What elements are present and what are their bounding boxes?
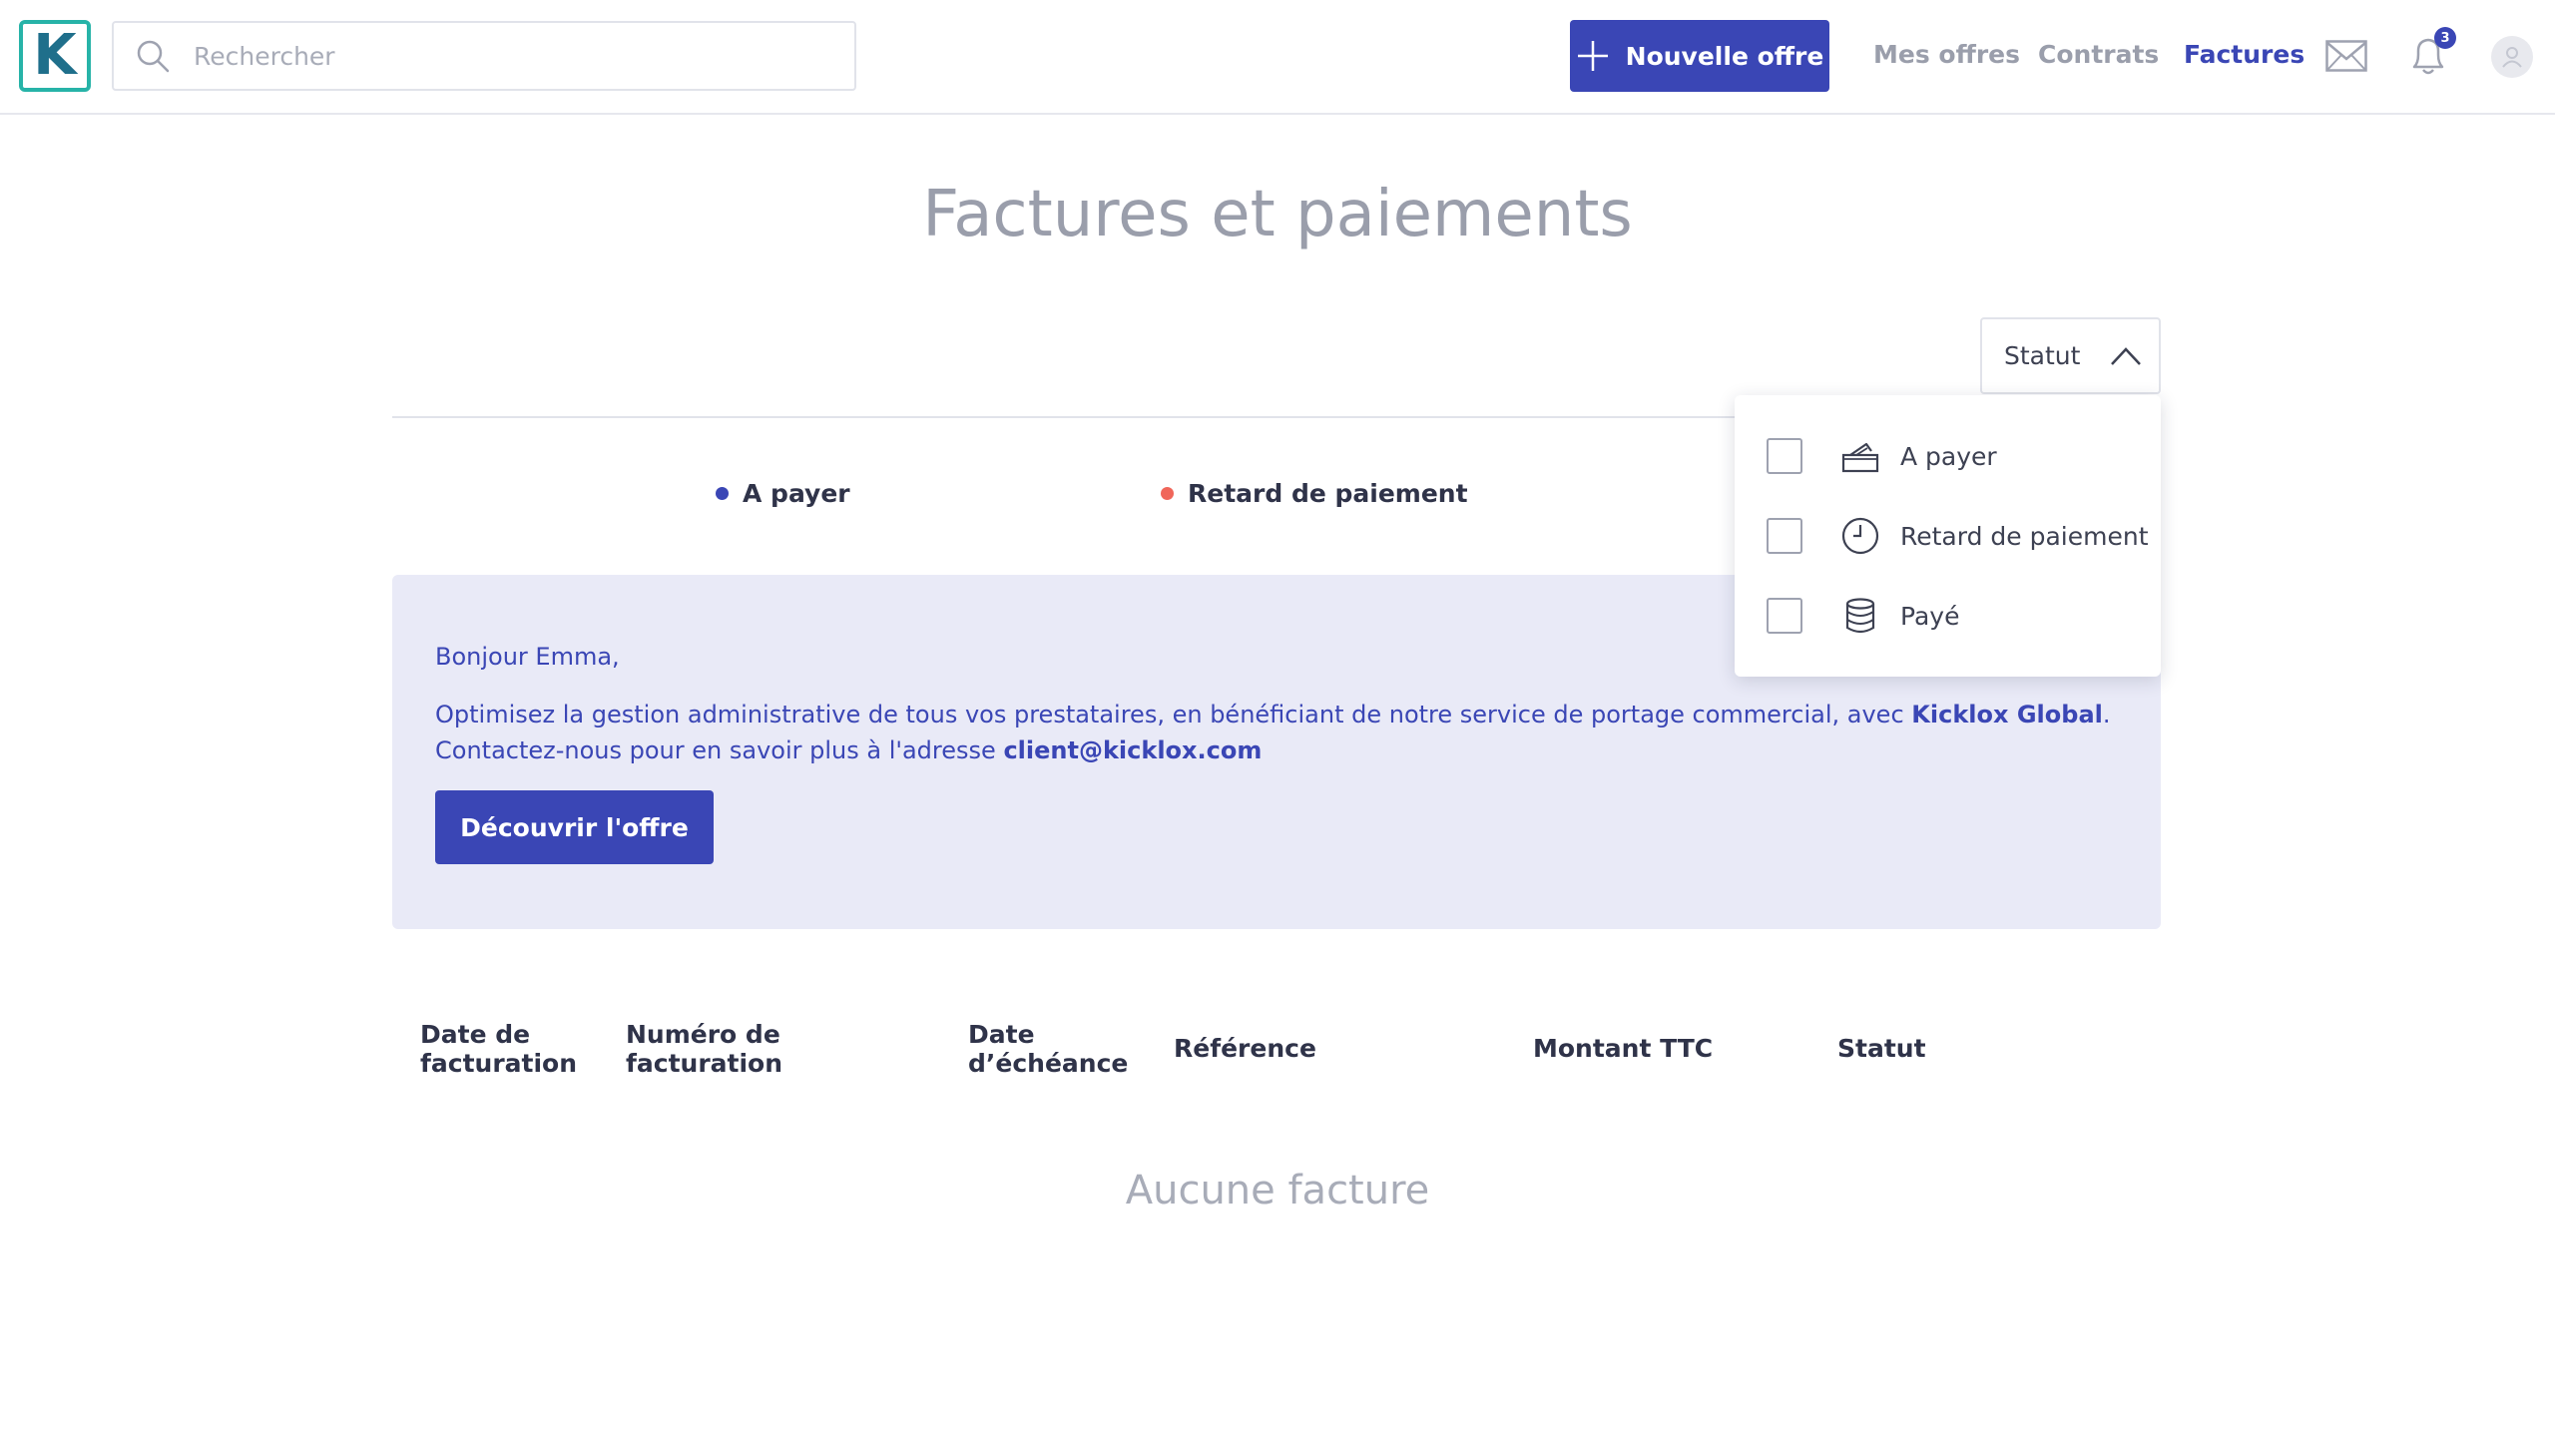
checkbox[interactable] (1767, 518, 1802, 554)
notification-count-badge: 3 (2434, 27, 2456, 49)
legend-label: A payer (743, 479, 850, 508)
column-header-amount[interactable]: Montant TTC (1533, 1034, 1713, 1063)
nav-invoices[interactable]: Factures (2184, 40, 2304, 69)
search-box[interactable] (112, 21, 856, 91)
banner-line-1: Optimisez la gestion administrative de t… (435, 701, 2111, 728)
top-navigation-bar: K Nouvelle offre Mes offres Contrats Fac… (0, 0, 2555, 115)
column-header-invoice-number[interactable]: Numéro de facturation (626, 1020, 782, 1078)
column-header-invoice-date[interactable]: Date de facturation (420, 1020, 577, 1078)
column-header-due-date[interactable]: Date d’échéance (968, 1020, 1128, 1078)
contact-email-link[interactable]: client@kicklox.com (1003, 736, 1262, 764)
status-option-late[interactable]: Retard de paiement (1767, 516, 2149, 556)
nav-my-offers[interactable]: Mes offres (1873, 40, 2020, 69)
search-icon (137, 40, 170, 73)
clock-icon (1840, 516, 1880, 556)
column-header-reference[interactable]: Référence (1174, 1034, 1316, 1063)
banner-greeting: Bonjour Emma, (435, 643, 620, 671)
status-option-paid[interactable]: Payé (1767, 596, 1959, 636)
status-option-to-pay[interactable]: A payer (1767, 436, 1997, 476)
legend-late-payment: Retard de paiement (1161, 479, 1468, 508)
legend-dot-blue (716, 487, 729, 500)
banner-line-2: Contactez-nous pour en savoir plus à l'a… (435, 736, 1263, 764)
page-title: Factures et paiements (922, 178, 1633, 251)
new-offer-button[interactable]: Nouvelle offre (1570, 20, 1829, 92)
status-filter-button[interactable]: Statut (1980, 317, 2161, 394)
checkbox[interactable] (1767, 598, 1802, 634)
status-option-label: Retard de paiement (1900, 521, 2149, 551)
logo-letter: K (33, 23, 77, 88)
mail-icon[interactable] (2325, 40, 2367, 72)
legend-label: Retard de paiement (1188, 479, 1468, 508)
discover-offer-button[interactable]: Découvrir l'offre (435, 790, 714, 864)
chevron-up-icon (2111, 346, 2142, 365)
status-dropdown-menu: A payer Retard de paiement Payé (1735, 395, 2161, 677)
hand-money-icon (1840, 436, 1880, 476)
column-header-status[interactable]: Statut (1837, 1034, 1926, 1063)
new-offer-label: Nouvelle offre (1625, 41, 1824, 71)
user-avatar[interactable] (2491, 36, 2533, 78)
coins-stack-icon (1840, 596, 1880, 636)
status-filter-label: Statut (2004, 341, 2081, 370)
legend-to-pay: A payer (716, 479, 850, 508)
checkbox[interactable] (1767, 438, 1802, 474)
plus-icon (1577, 41, 1608, 71)
search-input[interactable] (194, 41, 792, 71)
kicklox-logo[interactable]: K (19, 20, 91, 92)
empty-state-message: Aucune facture (1125, 1168, 1430, 1213)
legend-dot-red (1161, 487, 1174, 500)
status-option-label: A payer (1900, 441, 1997, 471)
nav-contracts[interactable]: Contrats (2038, 40, 2159, 69)
user-icon (2502, 47, 2522, 68)
status-option-label: Payé (1900, 601, 1960, 631)
kicklox-global-link[interactable]: Kicklox Global (1911, 701, 2103, 728)
